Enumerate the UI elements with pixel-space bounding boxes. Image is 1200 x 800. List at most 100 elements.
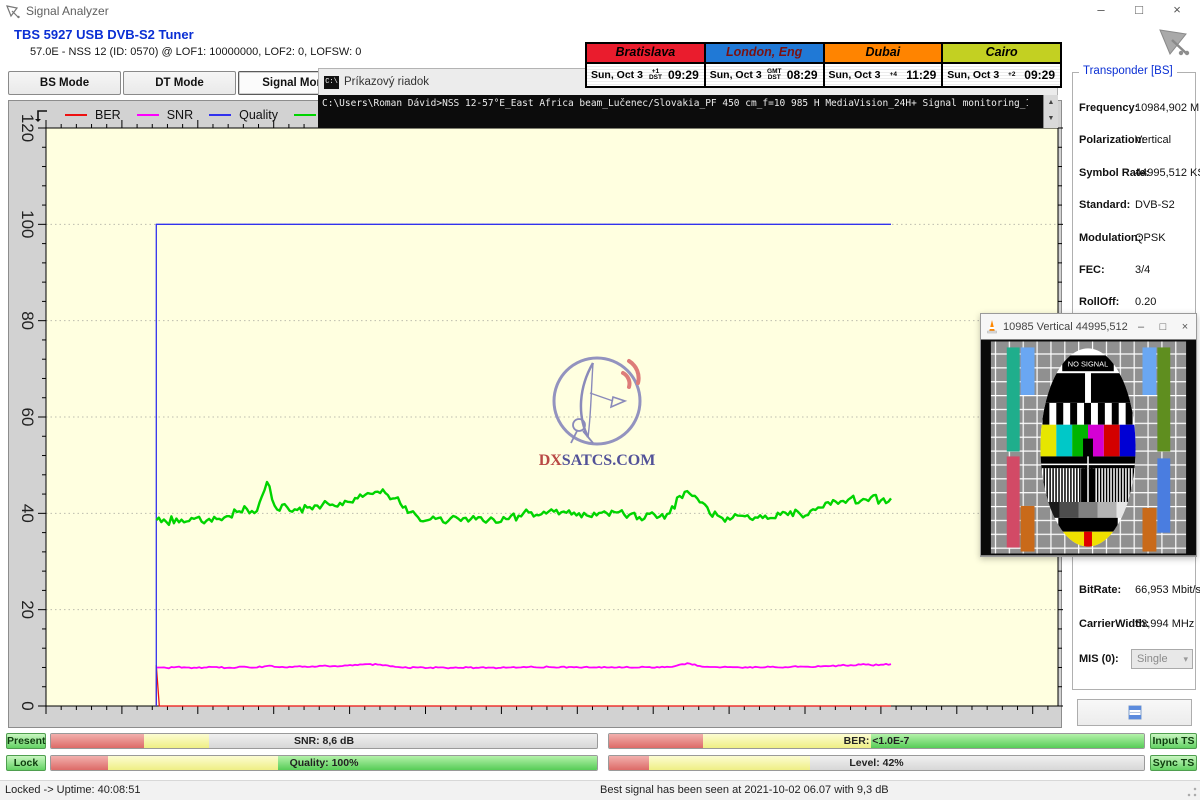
status-bar: Locked -> Uptime: 40:08:51 Best signal h… xyxy=(0,780,1200,800)
transponder-row-value: 0.20 xyxy=(1135,296,1156,308)
cmd-icon: C:\ xyxy=(324,76,339,89)
transponder-row-label: FEC: xyxy=(1079,264,1105,276)
no-signal-text: NO SIGNAL xyxy=(1068,359,1108,368)
command-prompt-title: Príkazový riadok xyxy=(344,76,429,88)
vlc-titlebar[interactable]: 10985 Vertical 44995,512 / ... – □ × xyxy=(981,314,1196,339)
clock-date: Sun, Oct 3 xyxy=(825,69,881,81)
clock-dubai: Dubai Sun, Oct 3+411:29 xyxy=(825,44,944,86)
legend-label: Quality xyxy=(239,108,278,122)
level-bar-label: Level: 42% xyxy=(609,756,1144,770)
scroll-down-icon[interactable]: ▼ xyxy=(1044,111,1058,127)
vlc-cone-icon xyxy=(985,319,999,334)
best-signal-status: Best signal has been seen at 2021-10-02 … xyxy=(600,784,889,796)
command-line-text: C:\Users\Roman Dávid>NSS 12-57°E_East Af… xyxy=(322,98,1028,109)
stream-list-button[interactable] xyxy=(1077,699,1192,726)
dxsatcs-watermark: DXSATCS.COM xyxy=(533,353,663,473)
window-title: Signal Analyzer xyxy=(26,4,109,18)
transponder-row-value: 10984,902 MHz xyxy=(1135,102,1200,114)
mis-value: Single xyxy=(1137,653,1168,665)
signal-analyzer-window: Signal Analyzer – □ × TBS 5927 USB DVB-S… xyxy=(0,0,1200,800)
mode-button-bs-mode[interactable]: BS Mode xyxy=(8,71,121,95)
svg-text:DXSATCS.COM: DXSATCS.COM xyxy=(539,452,656,469)
level-bar: Level: 42% xyxy=(608,755,1145,771)
tuning-info: 57.0E - NSS 12 (ID: 0570) @ LOF1: 100000… xyxy=(30,46,361,58)
vlc-maximize-button[interactable]: □ xyxy=(1152,321,1174,333)
device-title: TBS 5927 USB DVB-S2 Tuner xyxy=(14,27,194,42)
transponder-row-value: 53,994 MHz xyxy=(1135,618,1194,630)
legend-swatch xyxy=(137,114,159,116)
test-card: NO SIGNAL xyxy=(981,339,1196,556)
snr-bar-label: SNR: 8,6 dB xyxy=(51,734,597,748)
snr-bar: SNR: 8,6 dB xyxy=(50,733,598,749)
transponder-row-value: Vertical xyxy=(1135,134,1171,146)
mode-button-dt-mode[interactable]: DT Mode xyxy=(123,71,236,95)
transponder-row-label: Standard: xyxy=(1079,199,1130,211)
legend-swatch xyxy=(65,114,87,116)
command-prompt-body[interactable]: C:\Users\Roman Dávid>NSS 12-57°E_East Af… xyxy=(318,95,1058,128)
sync-ts-button[interactable]: Sync TS xyxy=(1150,755,1197,771)
quality-bar: Quality: 100% xyxy=(50,755,598,771)
vlc-player-window: 10985 Vertical 44995,512 / ... – □ × xyxy=(980,313,1197,557)
transponder-row-value: DVB-S2 xyxy=(1135,199,1175,211)
ber-bar-label: BER: <1.0E-7 xyxy=(609,734,1144,748)
y-axis-label: 0 xyxy=(18,701,37,710)
lock-uptime-status: Locked -> Uptime: 40:08:51 xyxy=(5,784,140,796)
legend-label: BER xyxy=(95,108,121,122)
clock-date: Sun, Oct 3 xyxy=(706,69,762,81)
watermark-dx: DX xyxy=(539,452,563,469)
clock-time: 08:29 xyxy=(787,68,823,82)
transponder-row-value: 66,953 Mbit/s xyxy=(1135,584,1200,596)
mis-dropdown[interactable]: Single ▾ xyxy=(1131,649,1193,669)
y-axis-label: 80 xyxy=(18,311,37,330)
close-button[interactable]: × xyxy=(1160,0,1194,22)
clock-time: 11:29 xyxy=(906,68,941,82)
clock-time: 09:29 xyxy=(668,68,704,82)
transponder-row-value: 44995,512 KS/s xyxy=(1135,167,1200,179)
vlc-close-button[interactable]: × xyxy=(1174,321,1196,333)
minimize-button[interactable]: – xyxy=(1084,0,1118,22)
transponder-row-value: 3/4 xyxy=(1135,264,1150,276)
transponder-row-label: BitRate: xyxy=(1079,584,1121,596)
input-ts-button[interactable]: Input TS xyxy=(1150,733,1197,749)
lock-button[interactable]: Lock xyxy=(6,755,46,771)
chart-legend: BERSNRQualityLevel xyxy=(33,104,354,126)
signal-chart: BERSNRQualityLevel 020406080100120 DXSAT… xyxy=(8,100,1062,728)
maximize-button[interactable]: □ xyxy=(1122,0,1156,22)
clock-utc-offset: +4 xyxy=(880,72,906,79)
vlc-minimize-button[interactable]: – xyxy=(1130,321,1152,333)
transponder-row-value: QPSK xyxy=(1135,232,1166,244)
clock-bratislava: Bratislava Sun, Oct 3+1DST09:29 xyxy=(587,44,706,86)
clock-cairo: CairoSun, Oct 3+209:29 xyxy=(943,44,1060,86)
y-axis-label: 40 xyxy=(18,504,37,523)
chevron-down-icon: ▾ xyxy=(1183,650,1188,668)
legend-label: SNR xyxy=(167,108,193,122)
clock-london-eng: London, EngSun, Oct 3GMTDST08:29 xyxy=(706,44,825,86)
ber-bar: BER: <1.0E-7 xyxy=(608,733,1145,749)
y-axis-label: 100 xyxy=(18,210,37,238)
clock-city: Dubai xyxy=(825,44,942,64)
legend-item-ber: BER xyxy=(65,108,121,122)
clock-utc-offset: +2 xyxy=(999,72,1024,79)
present-button[interactable]: Present xyxy=(6,733,46,749)
vlc-title: 10985 Vertical 44995,512 / ... xyxy=(1003,321,1130,333)
clock-time: 09:29 xyxy=(1024,68,1060,82)
transponder-row-label: Modulation: xyxy=(1079,232,1141,244)
console-scrollbar[interactable]: ▲ ▼ xyxy=(1043,95,1058,128)
clock-city: Bratislava xyxy=(587,44,704,64)
clock-utc-offset: +1DST xyxy=(643,69,668,82)
scroll-up-icon[interactable]: ▲ xyxy=(1044,95,1058,111)
y-axis-label: 20 xyxy=(18,600,37,619)
satellite-dish-icon-large xyxy=(1156,24,1196,60)
world-clocks: BratislavaSun, Oct 3+1DST09:29London, En… xyxy=(585,42,1062,88)
titlebar[interactable]: Signal Analyzer – □ × xyxy=(0,0,1200,22)
stream-list-icon xyxy=(1128,705,1142,720)
clock-date: Sun, Oct 3 xyxy=(943,69,999,81)
watermark-rest: SATCS.COM xyxy=(562,452,656,469)
quality-bar-label: Quality: 100% xyxy=(51,756,597,770)
transponder-row-label: Frequency: xyxy=(1079,102,1138,114)
clock-date: Sun, Oct 3 xyxy=(587,69,643,81)
transponder-panel-title: Transponder [BS] xyxy=(1079,65,1177,77)
resize-grip[interactable] xyxy=(1186,786,1198,798)
mis-label: MIS (0): xyxy=(1079,653,1119,665)
legend-swatch xyxy=(209,114,231,116)
